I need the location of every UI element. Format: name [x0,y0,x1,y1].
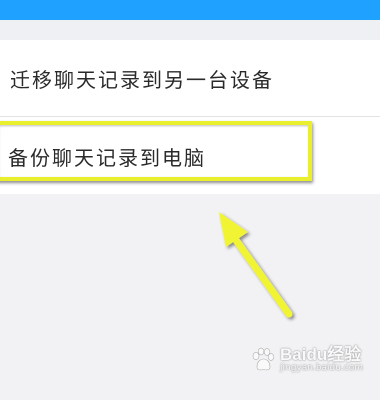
migrate-chat-history-label: 迁移聊天记录到另一台设备 [10,67,274,92]
baidu-watermark: Baidu经验 jingyan.baidu.com [250,346,363,373]
watermark-title: Baidu经验 [280,345,362,364]
section-gap [0,20,380,40]
baidu-paw-icon [252,347,275,370]
watermark-text-group: Baidu经验 jingyan.baidu.com [280,346,363,373]
backup-chat-history-item[interactable]: 备份聊天记录到电脑 [0,118,380,194]
menu-divider [0,116,380,117]
migrate-chat-history-item[interactable]: 迁移聊天记录到另一台设备 [0,40,380,116]
chat-history-menu: 迁移聊天记录到另一台设备 备份聊天记录到电脑 [0,40,380,194]
watermark-url: jingyan.baidu.com [280,362,364,373]
backup-chat-history-label: 备份聊天记录到电脑 [8,145,206,170]
app-header-bar [0,0,380,20]
